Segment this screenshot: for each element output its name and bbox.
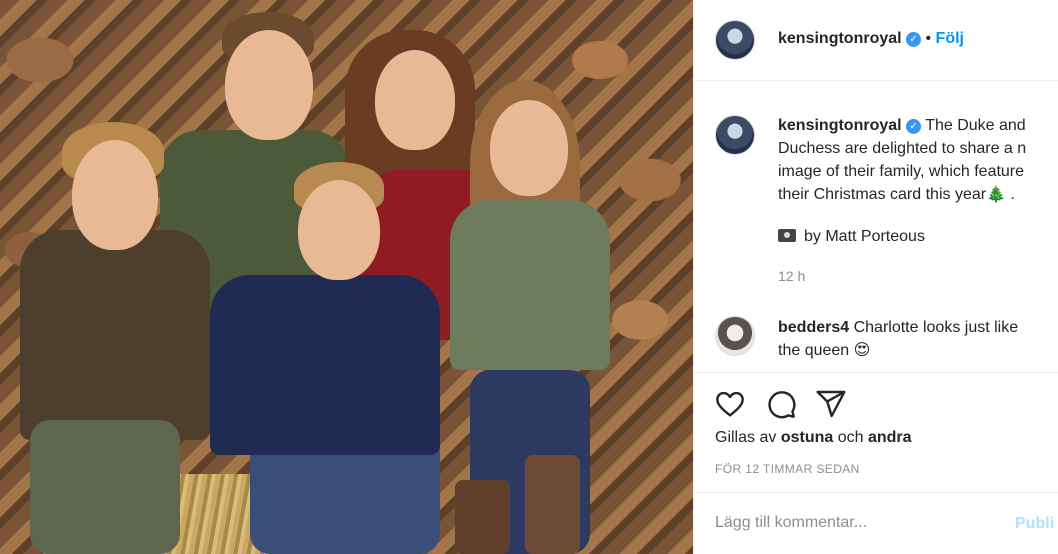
heart-icon[interactable]	[714, 388, 746, 420]
separator-dot: •	[925, 30, 932, 47]
actions-divider	[694, 372, 1058, 373]
caption-line-4: their Christmas card this year🎄 .	[778, 186, 1015, 203]
comment-icon[interactable]	[765, 388, 797, 420]
comment-item: bedders4 Charlotte looks just like the q…	[778, 316, 1018, 362]
comment-input[interactable]	[715, 514, 995, 532]
post-sidebar: kensingtonroyal ✓ • Följ kensingtonroyal…	[693, 0, 1058, 554]
camera-icon	[778, 229, 796, 242]
post-photo[interactable]	[0, 0, 693, 554]
comment-text-2: the queen 😍	[778, 342, 871, 359]
post-header: kensingtonroyal ✓ • Följ	[694, 0, 1058, 81]
likes-prefix: Gillas av	[715, 429, 777, 446]
likes-summary: Gillas av ostuna och andra	[715, 429, 912, 447]
commenter-username[interactable]: bedders4	[778, 319, 849, 336]
caption-time[interactable]: 12 h	[778, 268, 805, 284]
photo-credit: by Matt Porteous	[778, 228, 925, 246]
share-icon[interactable]	[815, 388, 847, 420]
likes-and: och	[837, 429, 864, 446]
verified-badge-icon: ✓	[906, 119, 922, 134]
commenter-avatar[interactable]	[715, 316, 755, 356]
header-line: kensingtonroyal ✓ • Följ	[778, 30, 964, 48]
credit-text: by Matt Porteous	[804, 228, 925, 245]
post-caption: kensingtonroyal ✓ The Duke and Duchess a…	[778, 114, 1058, 206]
publish-button[interactable]: Publi	[1015, 515, 1054, 533]
caption-line-1: kensingtonroyal ✓ The Duke and	[778, 114, 1058, 137]
likes-others-link[interactable]: andra	[868, 429, 912, 446]
author-username[interactable]: kensingtonroyal	[778, 30, 902, 47]
caption-text-1: The Duke and	[925, 117, 1026, 134]
caption-line-3: image of their family, which feature	[778, 163, 1025, 180]
caption-author-avatar[interactable]	[715, 115, 755, 155]
caption-username[interactable]: kensingtonroyal	[778, 117, 902, 134]
likes-user-link[interactable]: ostuna	[781, 429, 833, 446]
verified-badge-icon: ✓	[906, 32, 922, 47]
author-avatar[interactable]	[715, 20, 755, 60]
follow-button[interactable]: Följ	[936, 30, 964, 47]
caption-line-2: Duchess are delighted to share a n	[778, 140, 1027, 157]
comment-text-1: Charlotte looks just like	[853, 319, 1019, 336]
post-timestamp[interactable]: FÖR 12 TIMMAR SEDAN	[715, 462, 860, 476]
